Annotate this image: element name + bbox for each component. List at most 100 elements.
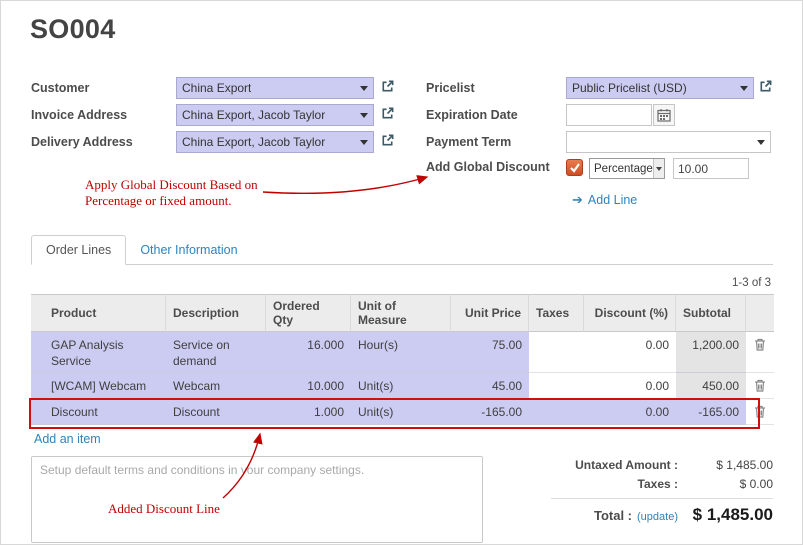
chevron-down-icon <box>360 140 368 145</box>
untaxed-amount-value: $ 1,485.00 <box>678 458 773 472</box>
cell-unit-price[interactable]: 75.00 <box>451 332 529 373</box>
calendar-icon <box>657 108 671 122</box>
total-label: Total : <box>506 508 632 523</box>
external-link-icon[interactable] <box>380 106 396 122</box>
delete-line-button[interactable] <box>754 338 766 351</box>
cell-taxes[interactable] <box>529 399 584 425</box>
cell-uom[interactable]: Unit(s) <box>351 373 451 399</box>
chevron-down-icon <box>360 113 368 118</box>
cell-product[interactable]: GAP Analysis Service <box>31 332 166 373</box>
chevron-down-icon <box>757 140 765 145</box>
tab-other-information[interactable]: Other Information <box>126 236 251 264</box>
cell-qty[interactable]: 1.000 <box>266 399 351 425</box>
order-line-row: [WCAM] Webcam Webcam 10.000 Unit(s) 45.0… <box>31 373 774 399</box>
cell-subtotal: 450.00 <box>676 373 746 399</box>
page-title: SO004 <box>30 14 116 45</box>
cell-subtotal: -165.00 <box>676 399 746 425</box>
chevron-down-icon <box>740 86 748 91</box>
cell-description[interactable]: Webcam <box>166 373 266 399</box>
trash-icon <box>754 379 766 392</box>
payment-term-select[interactable] <box>566 131 771 153</box>
table-header-row: Product Description Ordered Qty Unit of … <box>31 294 774 332</box>
cell-uom[interactable]: Hour(s) <box>351 332 451 373</box>
customer-label: Customer <box>31 77 89 99</box>
discount-type-value: Percentage <box>594 163 653 175</box>
cell-discount[interactable]: 0.00 <box>584 399 676 425</box>
cell-qty[interactable]: 10.000 <box>266 373 351 399</box>
pricelist-select[interactable]: Public Pricelist (USD) <box>566 77 754 99</box>
col-description[interactable]: Description <box>166 294 266 332</box>
invoice-address-select[interactable]: China Export, Jacob Taylor <box>176 104 374 126</box>
cell-product[interactable]: Discount <box>31 399 166 425</box>
customer-value: China Export <box>182 81 251 95</box>
expiration-date-label: Expiration Date <box>426 104 518 126</box>
add-line-link[interactable]: ➔ Add Line <box>572 192 637 208</box>
annotation-global-discount: Apply Global Discount Based on Percentag… <box>85 177 258 210</box>
payment-term-label: Payment Term <box>426 131 511 153</box>
col-subtotal[interactable]: Subtotal <box>676 294 746 332</box>
arrow-right-icon: ➔ <box>572 192 583 208</box>
pricelist-label: Pricelist <box>426 77 475 99</box>
tab-order-lines[interactable]: Order Lines <box>31 235 126 265</box>
notebook-tabs: Order Lines Other Information <box>31 236 773 265</box>
col-unit-price[interactable]: Unit Price <box>451 294 529 332</box>
expiration-date-input[interactable] <box>566 104 652 126</box>
cell-product[interactable]: [WCAM] Webcam <box>31 373 166 399</box>
delivery-address-label: Delivery Address <box>31 131 133 153</box>
taxes-label: Taxes : <box>506 477 678 491</box>
customer-select[interactable]: China Export <box>176 77 374 99</box>
cell-qty[interactable]: 16.000 <box>266 332 351 373</box>
calendar-button[interactable] <box>653 104 675 126</box>
delivery-address-select[interactable]: China Export, Jacob Taylor <box>176 131 374 153</box>
cell-uom[interactable]: Unit(s) <box>351 399 451 425</box>
delivery-address-value: China Export, Jacob Taylor <box>182 135 325 149</box>
cell-discount[interactable]: 0.00 <box>584 332 676 373</box>
trash-icon <box>754 405 766 418</box>
invoice-address-label: Invoice Address <box>31 104 127 126</box>
global-discount-label: Add Global Discount <box>426 156 550 178</box>
col-actions <box>746 294 774 332</box>
chevron-down-icon <box>653 159 664 178</box>
col-discount[interactable]: Discount (%) <box>584 294 676 332</box>
sale-order-page: SO004 Customer China Export Invoice Addr… <box>0 0 803 545</box>
external-link-icon[interactable] <box>380 133 396 149</box>
taxes-value: $ 0.00 <box>678 477 773 491</box>
cell-description[interactable]: Discount <box>166 399 266 425</box>
pager: 1-3 of 3 <box>732 277 771 289</box>
cell-description[interactable]: Service on demand <box>166 332 266 373</box>
cell-taxes[interactable] <box>529 332 584 373</box>
discount-type-select[interactable]: Percentage <box>589 158 665 179</box>
cell-taxes[interactable] <box>529 373 584 399</box>
add-line-label: Add Line <box>588 193 637 207</box>
totals-panel: Untaxed Amount : $ 1,485.00 Taxes : $ 0.… <box>506 458 773 530</box>
discount-amount-input[interactable] <box>673 158 749 179</box>
order-lines-table: Product Description Ordered Qty Unit of … <box>31 294 774 425</box>
trash-icon <box>754 338 766 351</box>
invoice-address-value: China Export, Jacob Taylor <box>182 108 325 122</box>
cell-subtotal: 1,200.00 <box>676 332 746 373</box>
annotation-discount-line: Added Discount Line <box>108 501 220 517</box>
cell-discount[interactable]: 0.00 <box>584 373 676 399</box>
delete-line-button[interactable] <box>754 405 766 418</box>
col-unit-of-measure[interactable]: Unit of Measure <box>351 294 451 332</box>
update-link[interactable]: (update) <box>637 511 678 523</box>
external-link-icon[interactable] <box>758 79 774 95</box>
delete-line-button[interactable] <box>754 379 766 392</box>
col-taxes[interactable]: Taxes <box>529 294 584 332</box>
order-line-row: GAP Analysis Service Service on demand 1… <box>31 332 774 373</box>
cell-unit-price[interactable]: 45.00 <box>451 373 529 399</box>
col-product[interactable]: Product <box>31 294 166 332</box>
order-line-row-discount: Discount Discount 1.000 Unit(s) -165.00 … <box>31 399 774 425</box>
cell-unit-price[interactable]: -165.00 <box>451 399 529 425</box>
total-value: $ 1,485.00 <box>678 505 773 525</box>
col-ordered-qty[interactable]: Ordered Qty <box>266 294 351 332</box>
external-link-icon[interactable] <box>380 79 396 95</box>
chevron-down-icon <box>360 86 368 91</box>
global-discount-checkbox[interactable] <box>566 159 583 176</box>
pricelist-value: Public Pricelist (USD) <box>572 81 687 95</box>
check-icon <box>569 162 581 174</box>
add-an-item-link[interactable]: Add an item <box>34 432 101 446</box>
totals-divider <box>551 498 773 499</box>
terms-textarea[interactable] <box>31 456 483 543</box>
untaxed-amount-label: Untaxed Amount : <box>506 458 678 472</box>
